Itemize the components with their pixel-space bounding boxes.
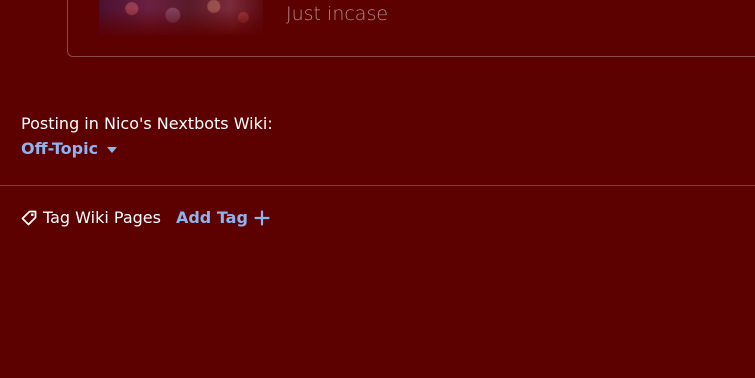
category-selected-value[interactable]: Off-Topic — [21, 139, 98, 158]
image-preview-card: Just incase — [67, 0, 755, 57]
add-tag-button[interactable]: Add Tag — [176, 208, 270, 227]
tag-wiki-pages-label: Tag Wiki Pages — [43, 208, 161, 227]
post-editor: Just incase Posting in Nico's Nextbots W… — [0, 0, 755, 378]
section-divider — [0, 185, 755, 186]
posting-in-label: Posting in Nico's Nextbots Wiki: — [21, 114, 273, 133]
tag-icon — [21, 210, 37, 226]
category-dropdown[interactable]: Off-Topic — [21, 139, 118, 158]
tag-pages-row: Tag Wiki Pages Add Tag — [21, 208, 270, 227]
plus-icon[interactable] — [254, 209, 270, 226]
image-thumbnail[interactable] — [99, 0, 263, 35]
caret-down-icon[interactable] — [107, 146, 118, 153]
add-tag-label[interactable]: Add Tag — [176, 208, 248, 227]
image-caption[interactable]: Just incase — [286, 3, 388, 25]
